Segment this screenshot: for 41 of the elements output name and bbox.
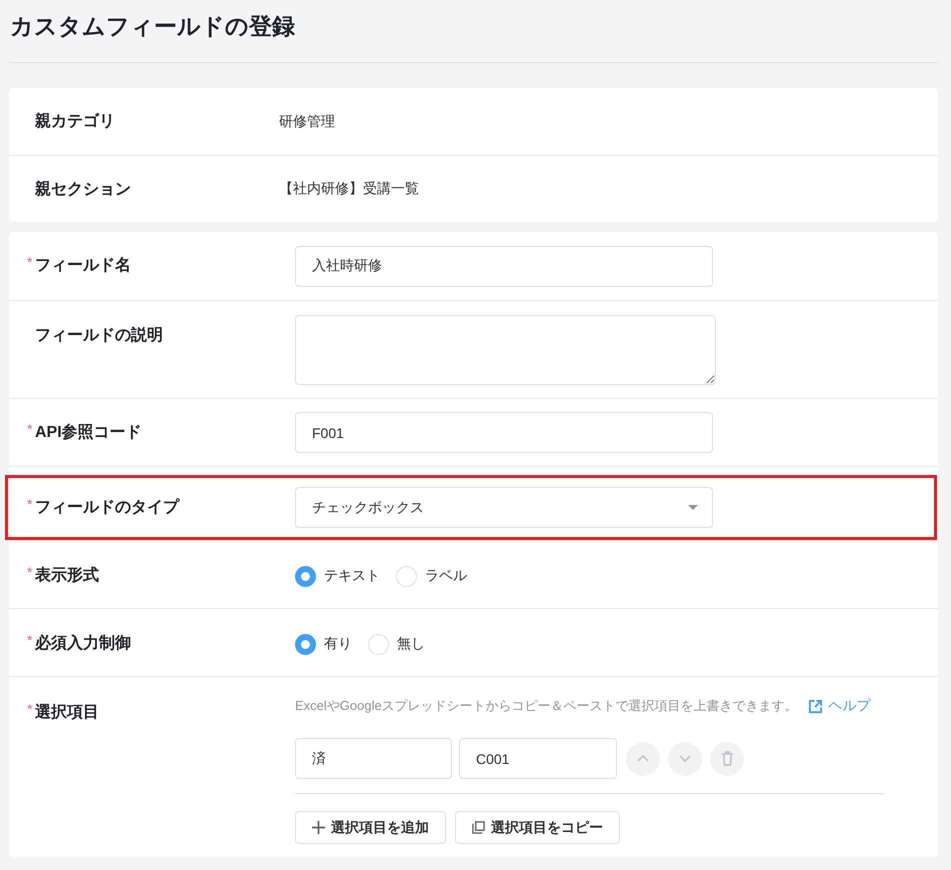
info-value: 研修管理: [279, 112, 336, 130]
move-down-button[interactable]: [668, 742, 702, 776]
add-item-button[interactable]: 選択項目を追加: [295, 811, 446, 844]
field-label: 必須入力制御: [35, 633, 131, 654]
field-label: フィールドの説明: [35, 325, 163, 346]
caret-icon: [688, 505, 698, 510]
external-link-icon: [808, 698, 823, 714]
info-value: 【社内研修】受講一覧: [279, 180, 420, 198]
delete-button[interactable]: [710, 742, 744, 776]
text-input[interactable]: F001: [295, 412, 713, 453]
chevron-down-icon: [679, 755, 691, 762]
field-label: 表示形式: [35, 566, 99, 586]
page-title: カスタムフィールドの登録: [10, 12, 296, 41]
info-label: 親セクション: [35, 179, 132, 200]
type-select[interactable]: チェックボックス: [295, 487, 713, 528]
chevron-up-icon: [637, 755, 649, 762]
textarea-input[interactable]: [295, 315, 716, 385]
field-label: API参照コード: [35, 422, 142, 442]
choice-code-input[interactable]: C001: [459, 738, 617, 779]
radio-option[interactable]: 有り: [295, 634, 352, 654]
choice-name-input[interactable]: 済: [295, 738, 452, 779]
field-label: フィールドのタイプ: [35, 497, 179, 518]
info-label: 親カテゴリ: [35, 111, 116, 132]
move-up-button[interactable]: [626, 742, 660, 776]
plus-icon: [312, 821, 325, 834]
trash-icon: [720, 751, 734, 766]
field-label: 選択項目: [35, 702, 99, 723]
hint-text: ExcelやGoogleスプレッドシートからコピー＆ペーストで選択項目を上書きできます。: [295, 697, 798, 715]
required-mark: *: [27, 255, 34, 269]
required-mark: *: [27, 496, 34, 510]
text-input[interactable]: 入社時研修: [295, 246, 713, 286]
radio-option[interactable]: テキスト: [295, 566, 380, 586]
required-mark: *: [27, 422, 34, 436]
required-mark: *: [27, 565, 34, 579]
copy-items-button[interactable]: 選択項目をコピー: [455, 811, 620, 844]
radio-option[interactable]: ラベル: [396, 566, 467, 586]
radio-option[interactable]: 無し: [368, 634, 425, 654]
field-label: フィールド名: [35, 256, 131, 276]
copy-icon: [472, 821, 485, 834]
required-mark: *: [27, 702, 34, 716]
required-mark: *: [27, 633, 34, 647]
